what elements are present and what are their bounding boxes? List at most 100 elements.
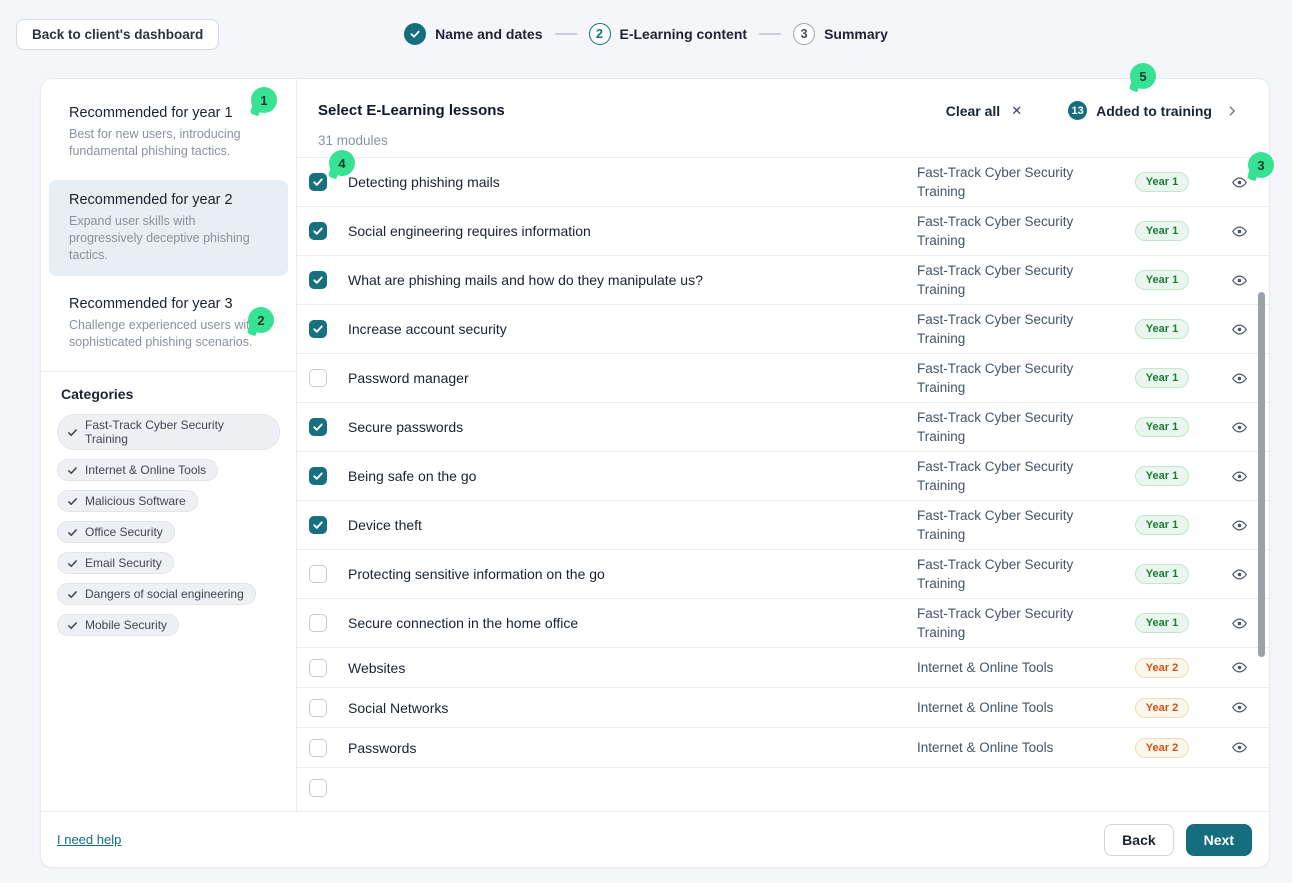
category-filter-label: Email Security — [85, 556, 162, 570]
lesson-checkbox[interactable] — [309, 222, 327, 240]
lesson-row — [297, 768, 1269, 798]
preview-eye-icon[interactable] — [1231, 739, 1248, 756]
check-icon — [67, 465, 78, 476]
check-icon — [67, 620, 78, 631]
category-filter-label: Fast-Track Cyber Security Training — [85, 418, 268, 446]
category-filter-pill[interactable]: Malicious Software — [57, 490, 198, 512]
lesson-category: Internet & Online Tools — [917, 698, 1107, 717]
step-label: E-Learning content — [620, 26, 748, 42]
step-elearning-content[interactable]: 2 E-Learning content — [589, 23, 748, 45]
lesson-checkbox[interactable] — [309, 614, 327, 632]
added-to-training-link[interactable]: Added to training — [1096, 103, 1212, 119]
lesson-row: Device theft Fast-Track Cyber Security T… — [297, 501, 1269, 550]
category-filter-pill[interactable]: Internet & Online Tools — [57, 459, 218, 481]
lesson-name: Password manager — [348, 370, 917, 386]
preview-eye-icon[interactable] — [1231, 566, 1248, 583]
back-button[interactable]: Back — [1104, 824, 1173, 856]
step-summary[interactable]: 3 Summary — [793, 23, 888, 45]
preview-eye-icon[interactable] — [1231, 468, 1248, 485]
lesson-row: Websites Internet & Online Tools Year 2 — [297, 648, 1269, 688]
lesson-checkbox[interactable] — [309, 699, 327, 717]
top-bar: Back to client's dashboard Name and date… — [0, 0, 1292, 78]
lesson-checkbox[interactable] — [309, 739, 327, 757]
lesson-row: Passwords Internet & Online Tools Year 2 — [297, 728, 1269, 768]
lesson-year-badge: Year 2 — [1135, 658, 1189, 678]
lesson-year-badge: Year 2 — [1135, 698, 1189, 718]
category-filter-pill[interactable]: Mobile Security — [57, 614, 179, 636]
recommendation-description: Challenge experienced users with sophist… — [69, 317, 268, 351]
lesson-category: Fast-Track Cyber Security Training — [917, 163, 1107, 201]
lesson-checkbox[interactable] — [309, 320, 327, 338]
lesson-checkbox[interactable] — [309, 659, 327, 677]
lesson-year-badge: Year 1 — [1135, 319, 1189, 339]
lesson-checkbox[interactable] — [309, 565, 327, 583]
categories-heading: Categories — [49, 372, 288, 404]
step-name-and-dates[interactable]: Name and dates — [404, 23, 542, 45]
preview-eye-icon[interactable] — [1231, 370, 1248, 387]
annotation-marker-5: 5 — [1130, 63, 1156, 89]
lesson-year-badge: Year 2 — [1135, 738, 1189, 758]
preview-eye-icon[interactable] — [1231, 174, 1248, 191]
check-icon — [67, 527, 78, 538]
category-filter-label: Dangers of social engineering — [85, 587, 244, 601]
category-filter-pill[interactable]: Email Security — [57, 552, 174, 574]
lesson-selection-card: Recommended for year 1 Best for new user… — [40, 78, 1270, 868]
check-icon — [67, 558, 78, 569]
lesson-name: Device theft — [348, 517, 917, 533]
preview-eye-icon[interactable] — [1231, 517, 1248, 534]
lesson-checkbox[interactable] — [309, 779, 327, 797]
preview-eye-icon[interactable] — [1231, 699, 1248, 716]
category-pill-list: Fast-Track Cyber Security Training Inter… — [49, 404, 288, 646]
lesson-name: Secure connection in the home office — [348, 615, 917, 631]
preview-eye-icon[interactable] — [1231, 321, 1248, 338]
lesson-checkbox[interactable] — [309, 369, 327, 387]
wizard-stepper: Name and dates 2 E-Learning content 3 Su… — [0, 23, 1292, 45]
preview-eye-icon[interactable] — [1231, 419, 1248, 436]
lesson-category: Fast-Track Cyber Security Training — [917, 457, 1107, 495]
check-icon — [67, 589, 78, 600]
lesson-name: Increase account security — [348, 321, 917, 337]
lesson-year-badge: Year 1 — [1135, 270, 1189, 290]
lesson-row: Secure connection in the home office Fas… — [297, 599, 1269, 648]
lesson-row: Protecting sensitive information on the … — [297, 550, 1269, 599]
recommendation-title: Recommended for year 1 — [69, 105, 268, 121]
recommendation-title: Recommended for year 2 — [69, 192, 268, 208]
step-label: Summary — [824, 26, 888, 42]
lesson-name: Social Networks — [348, 700, 917, 716]
preview-eye-icon[interactable] — [1231, 223, 1248, 240]
clear-all-button[interactable]: Clear all — [946, 103, 1000, 119]
lesson-row: Social Networks Internet & Online Tools … — [297, 688, 1269, 728]
preview-eye-icon[interactable] — [1231, 615, 1248, 632]
lesson-checkbox[interactable] — [309, 271, 327, 289]
step-number: 3 — [793, 23, 815, 45]
lesson-row: Increase account security Fast-Track Cyb… — [297, 305, 1269, 354]
clear-all-x-icon[interactable]: ✕ — [1011, 103, 1022, 119]
lesson-name: Social engineering requires information — [348, 223, 917, 239]
lesson-checkbox[interactable] — [309, 516, 327, 534]
category-filter-pill[interactable]: Office Security — [57, 521, 175, 543]
lesson-checkbox[interactable] — [309, 467, 327, 485]
category-filter-pill[interactable]: Fast-Track Cyber Security Training — [57, 414, 280, 450]
lesson-category: Fast-Track Cyber Security Training — [917, 604, 1107, 642]
lesson-row: What are phishing mails and how do they … — [297, 256, 1269, 305]
lesson-category: Fast-Track Cyber Security Training — [917, 555, 1107, 593]
annotation-marker-2: 2 — [248, 307, 274, 333]
lesson-category: Fast-Track Cyber Security Training — [917, 212, 1107, 250]
lesson-name: Detecting phishing mails — [348, 174, 917, 190]
lesson-checkbox[interactable] — [309, 418, 327, 436]
category-filter-pill[interactable]: Dangers of social engineering — [57, 583, 256, 605]
lesson-category: Fast-Track Cyber Security Training — [917, 261, 1107, 299]
lesson-row: Detecting phishing mails Fast-Track Cybe… — [297, 158, 1269, 207]
preview-eye-icon[interactable] — [1231, 659, 1248, 676]
lesson-checkbox[interactable] — [309, 173, 327, 191]
lesson-year-badge: Year 1 — [1135, 613, 1189, 633]
need-help-link[interactable]: I need help — [57, 832, 121, 847]
scrollbar-thumb[interactable] — [1258, 292, 1265, 657]
lesson-category: Fast-Track Cyber Security Training — [917, 506, 1107, 544]
preview-eye-icon[interactable] — [1231, 272, 1248, 289]
recommendation-year-2[interactable]: Recommended for year 2 Expand user skill… — [49, 180, 288, 276]
next-button[interactable]: Next — [1186, 824, 1252, 856]
lesson-panel: Select E-Learning lessons Clear all ✕ 13… — [297, 79, 1269, 811]
card-footer: I need help Back Next — [41, 811, 1269, 867]
chevron-right-icon[interactable] — [1225, 104, 1239, 118]
